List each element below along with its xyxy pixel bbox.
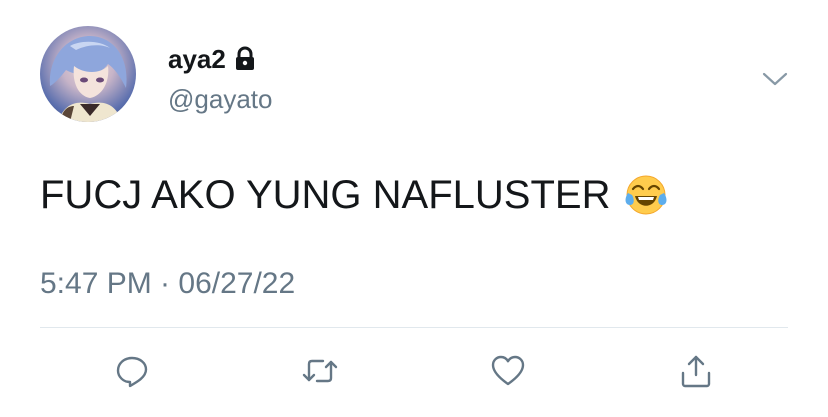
action-bar	[0, 345, 828, 397]
retweet-icon	[301, 354, 339, 393]
tears-of-joy-emoji-icon	[624, 173, 668, 217]
display-name-text[interactable]: aya2	[168, 44, 226, 74]
reply-button[interactable]	[110, 351, 154, 395]
tweet-text: FUCJ AKO YUNG NAFLUSTER	[40, 172, 668, 218]
reply-icon	[115, 354, 149, 393]
share-button[interactable]	[674, 351, 718, 395]
like-button[interactable]	[486, 351, 530, 395]
divider	[40, 327, 788, 328]
share-icon	[679, 353, 713, 394]
avatar[interactable]	[40, 26, 136, 122]
chevron-down-icon[interactable]	[760, 64, 790, 94]
retweet-button[interactable]	[298, 351, 342, 395]
tweet-timestamp[interactable]: 5:47 PM · 06/27/22	[40, 266, 295, 302]
lock-icon	[234, 46, 256, 72]
tweet-text-content: FUCJ AKO YUNG NAFLUSTER	[40, 173, 611, 217]
like-icon	[490, 354, 526, 393]
display-name[interactable]: aya2	[168, 44, 256, 74]
user-handle[interactable]: @gayato	[168, 84, 272, 114]
